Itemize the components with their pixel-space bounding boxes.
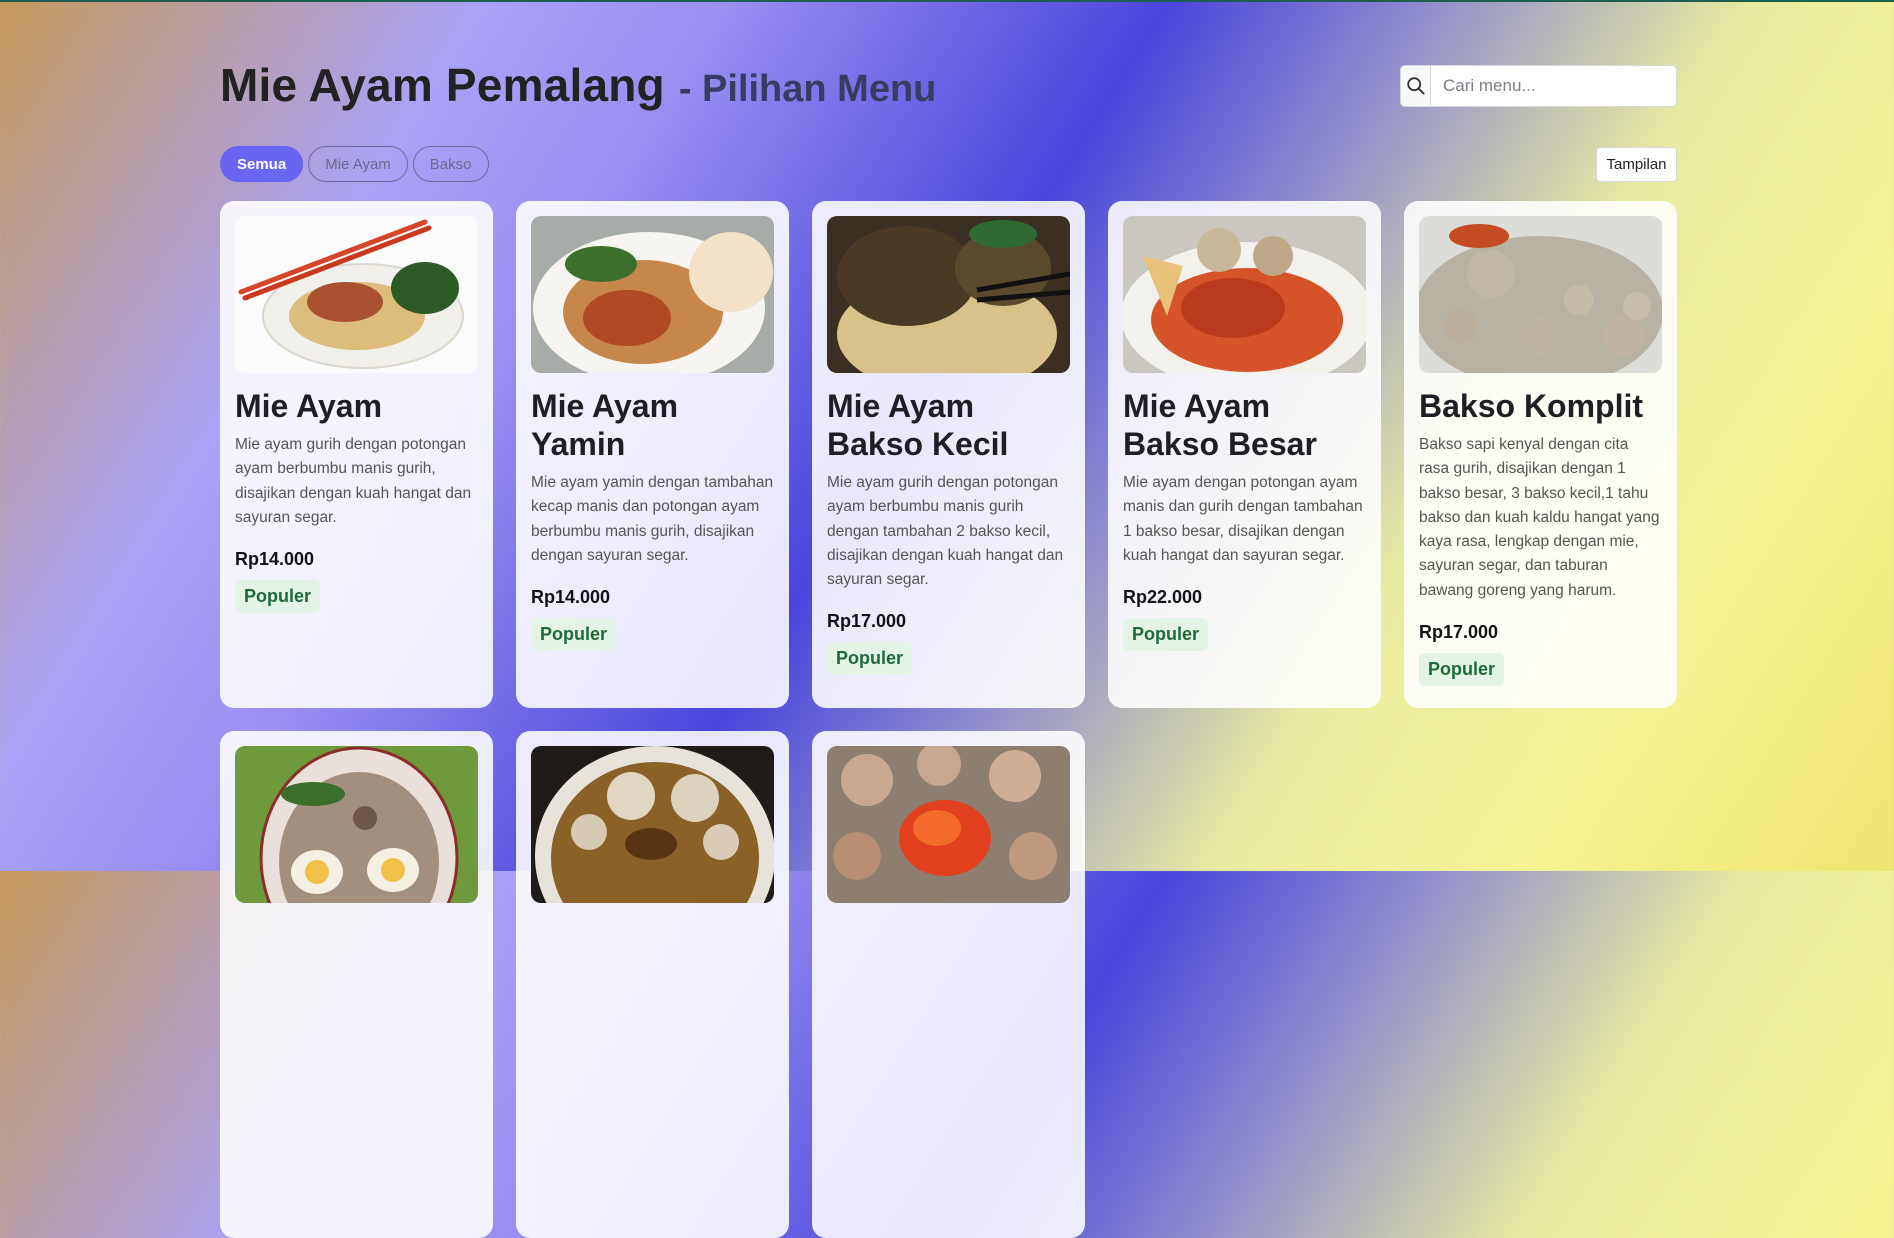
menu-photo bbox=[1419, 216, 1662, 373]
menu-card[interactable] bbox=[220, 731, 493, 1238]
menu-price: Rp22.000 bbox=[1123, 587, 1203, 608]
menu-price: Rp14.000 bbox=[235, 549, 315, 570]
popular-badge: Populer bbox=[827, 642, 913, 676]
menu-card[interactable]: Bakso Komplit Bakso sapi kenyal dengan c… bbox=[1404, 201, 1677, 708]
filter-semua[interactable]: Semua bbox=[220, 146, 304, 182]
menu-photo bbox=[531, 746, 774, 903]
menu-description: Mie ayam yamin dengan tambahan kecap man… bbox=[531, 474, 774, 564]
menu-photo bbox=[235, 746, 478, 903]
menu-card[interactable]: Mie Ayam Yamin Mie ayam yamin dengan tam… bbox=[516, 201, 789, 708]
popular-badge: Populer bbox=[531, 618, 617, 652]
menu-description: Mie ayam gurih dengan potongan ayam berb… bbox=[235, 436, 472, 526]
menu-card[interactable] bbox=[812, 731, 1085, 1238]
page-title: Mie Ayam Pemalang bbox=[220, 59, 665, 111]
menu-title: Mie Ayam bbox=[235, 388, 383, 424]
popular-badge: Populer bbox=[1419, 653, 1505, 687]
menu-card[interactable]: Mie Ayam Bakso Kecil Mie ayam gurih deng… bbox=[812, 201, 1085, 708]
menu-description: Bakso sapi kenyal dengan cita rasa gurih… bbox=[1419, 436, 1660, 599]
menu-card[interactable]: Mie Ayam Bakso Besar Mie ayam dengan pot… bbox=[1108, 201, 1381, 708]
menu-card[interactable] bbox=[516, 731, 789, 1238]
menu-price: Rp14.000 bbox=[531, 587, 611, 608]
menu-photo bbox=[827, 746, 1070, 903]
menu-grid: Mie Ayam Mie ayam gurih dengan potongan … bbox=[220, 201, 1677, 1238]
page-header: Mie Ayam Pemalang - Pilihan Menu bbox=[220, 58, 936, 112]
menu-price: Rp17.000 bbox=[1419, 622, 1499, 643]
menu-description: Mie ayam dengan potongan ayam manis dan … bbox=[1123, 474, 1363, 564]
search-input[interactable] bbox=[1431, 66, 1676, 106]
menu-title: Bakso Komplit bbox=[1419, 388, 1644, 424]
menu-photo bbox=[531, 216, 774, 373]
menu-card[interactable]: Mie Ayam Mie ayam gurih dengan potongan … bbox=[220, 201, 493, 708]
menu-price: Rp17.000 bbox=[827, 611, 907, 632]
filter-mie-ayam[interactable]: Mie Ayam bbox=[308, 146, 408, 182]
menu-photo bbox=[235, 216, 478, 373]
menu-title: Mie Ayam Bakso Kecil bbox=[827, 388, 1009, 462]
menu-description: Mie ayam gurih dengan potongan ayam berb… bbox=[827, 474, 1064, 589]
filter-bakso[interactable]: Bakso bbox=[412, 146, 489, 182]
menu-title: Mie Ayam Yamin bbox=[531, 388, 679, 462]
search-box bbox=[1400, 65, 1677, 107]
popular-badge: Populer bbox=[1123, 618, 1209, 652]
menu-photo bbox=[827, 216, 1070, 373]
top-border bbox=[0, 0, 1894, 2]
popular-badge: Populer bbox=[235, 580, 321, 614]
menu-photo bbox=[1123, 216, 1366, 373]
search-icon[interactable] bbox=[1401, 66, 1431, 106]
page-subtitle: - Pilihan Menu bbox=[678, 68, 937, 110]
view-toggle-button[interactable]: Tampilan bbox=[1596, 147, 1677, 182]
category-filters: Semua Mie Ayam Bakso bbox=[220, 146, 489, 182]
menu-title: Mie Ayam Bakso Besar bbox=[1123, 388, 1317, 462]
